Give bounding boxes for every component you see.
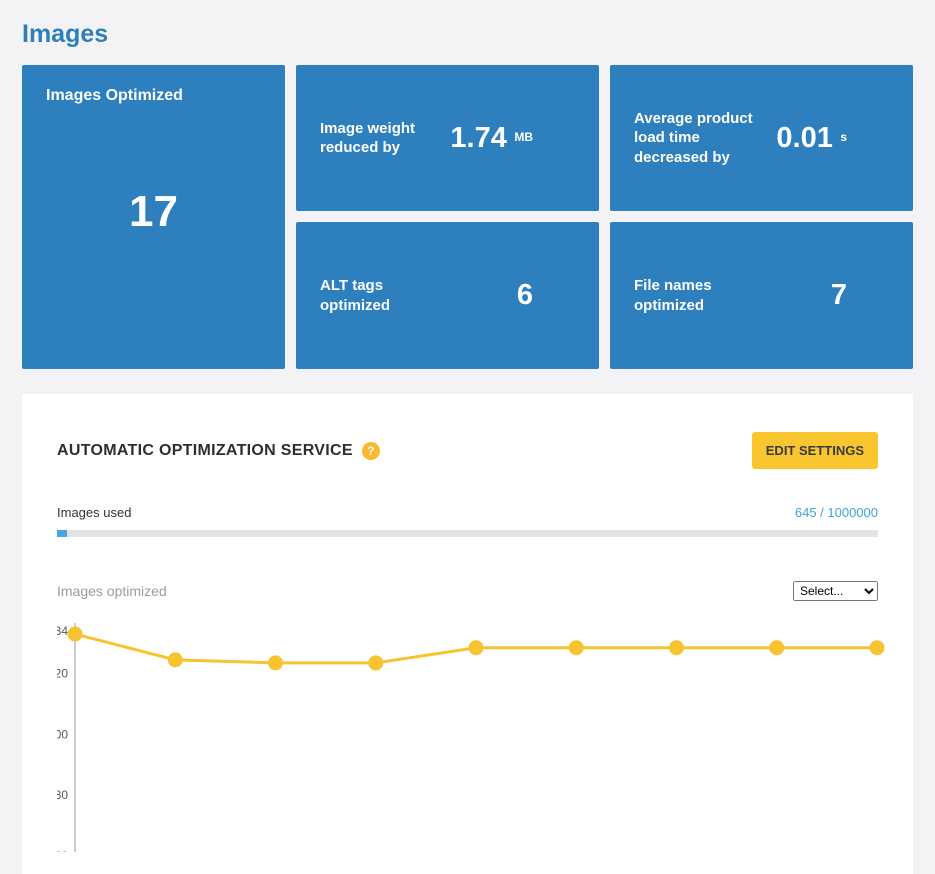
images-used-value: 645 / 1000000 [795, 505, 878, 520]
page-title: Images [22, 20, 913, 49]
stat-card-alt-tags: ALT tags optimized 6 [296, 222, 599, 369]
svg-text:120: 120 [57, 667, 68, 681]
stat-value: 17 [46, 105, 261, 347]
stat-label: Average product load time decreased by [634, 109, 769, 168]
automatic-optimization-panel: AUTOMATIC OPTIMIZATION SERVICE ? EDIT SE… [22, 394, 913, 874]
stat-label: File names optimized [634, 276, 769, 315]
images-optimized-chart: 134 120 100 80 60 [57, 617, 897, 852]
svg-text:100: 100 [57, 727, 68, 741]
images-used-label: Images used [57, 505, 131, 520]
stat-card-weight-reduced: Image weight reduced by 1.74 MB [296, 65, 599, 211]
stat-value: 7 [831, 279, 847, 312]
stats-grid: Images Optimized 17 Image weight reduced… [22, 65, 913, 369]
panel-title: AUTOMATIC OPTIMIZATION SERVICE [57, 442, 353, 460]
stat-label: Images Optimized [46, 87, 261, 105]
help-icon[interactable]: ? [362, 442, 380, 460]
stat-unit: MB [514, 130, 533, 144]
stat-number: 6 [517, 279, 533, 311]
stat-number: 7 [831, 279, 847, 311]
stat-unit: s [840, 130, 847, 144]
chart-period-select[interactable]: Select... [793, 581, 878, 601]
images-used-row: Images used 645 / 1000000 [57, 505, 878, 520]
svg-text:80: 80 [57, 788, 68, 802]
svg-text:60: 60 [57, 849, 68, 852]
stat-card-images-optimized: Images Optimized 17 [22, 65, 285, 369]
stat-value: 6 [517, 279, 533, 312]
chart-container: 134 120 100 80 60 [57, 617, 878, 857]
stat-number: 0.01 [776, 122, 832, 154]
edit-settings-button[interactable]: EDIT SETTINGS [752, 432, 878, 469]
images-optimized-label: Images optimized [57, 583, 167, 599]
images-page: Images Images Optimized 17 Image weight … [0, 0, 935, 874]
svg-text:134: 134 [57, 624, 68, 638]
stat-card-load-time: Average product load time decreased by 0… [610, 65, 913, 211]
panel-header: AUTOMATIC OPTIMIZATION SERVICE ? EDIT SE… [57, 432, 878, 469]
stat-card-file-names: File names optimized 7 [610, 222, 913, 369]
chart-header: Images optimized Select... [57, 581, 878, 601]
progress-fill [57, 530, 67, 537]
stat-value: 1.74 MB [450, 122, 533, 155]
stat-label: Image weight reduced by [320, 119, 450, 158]
stat-value: 0.01 s [776, 122, 847, 155]
stat-label: ALT tags optimized [320, 276, 455, 315]
images-used-progress-bar [57, 530, 878, 537]
stat-number: 1.74 [450, 122, 506, 154]
